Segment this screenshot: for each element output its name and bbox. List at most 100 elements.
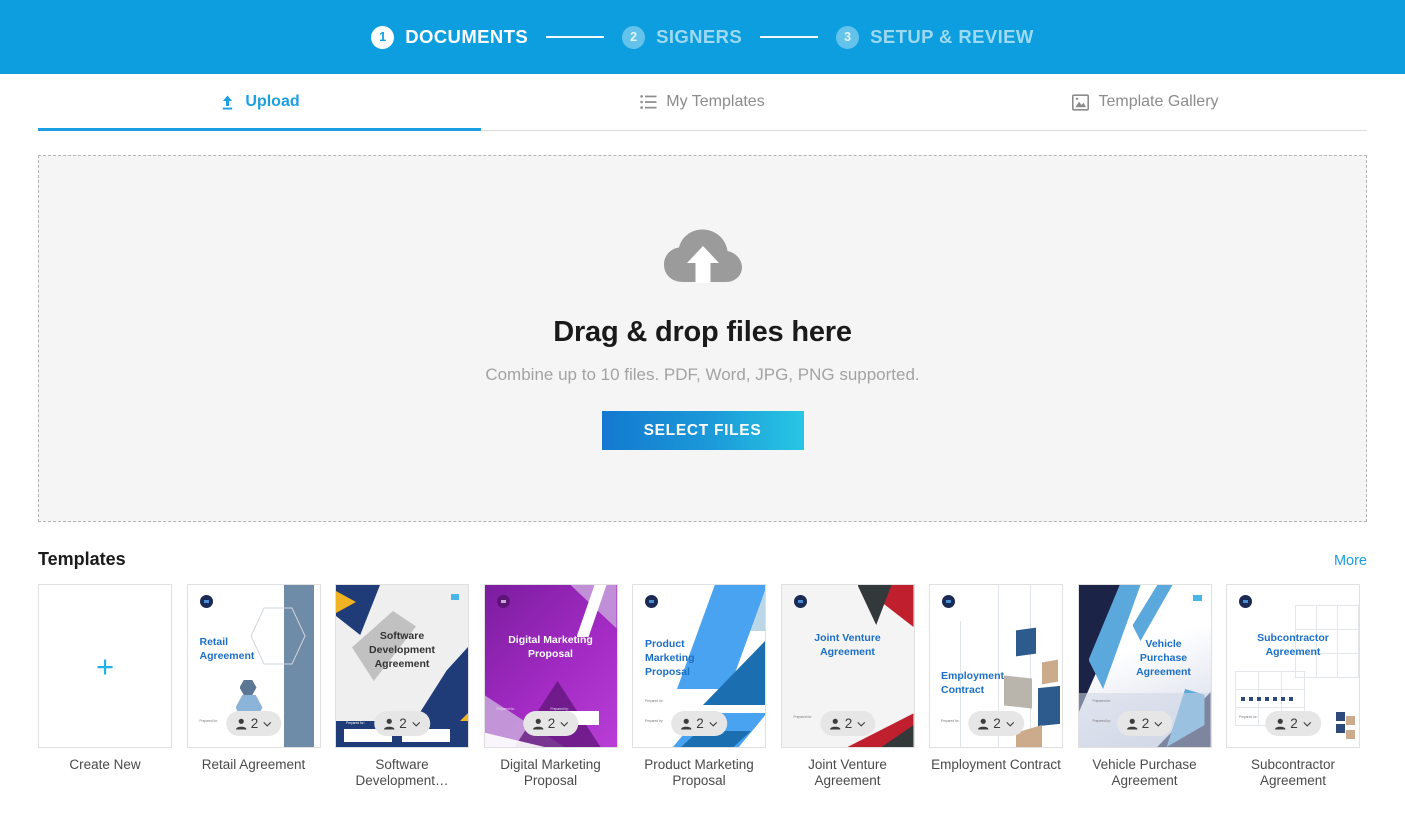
prepared-for-label: Prepared for: [1092, 699, 1112, 703]
person-icon [384, 718, 395, 729]
chevron-down-icon [1302, 721, 1311, 727]
step-signers[interactable]: 2 SIGNERS [622, 25, 743, 49]
chevron-down-icon [1154, 721, 1163, 727]
step-number-badge: 2 [622, 25, 646, 49]
dots-art [1241, 697, 1293, 701]
prepared-for-label: Prepared for: [1239, 715, 1258, 719]
template-thumbnail[interactable]: Digital Marketing Proposal Prepared for: … [483, 584, 618, 748]
template-label: Subcontractor Agreement [1250, 757, 1336, 789]
template-thumbnail[interactable]: Product Marketing Proposal Prepared for: P… [632, 584, 766, 748]
prepared-for-label: Prepared for: [199, 719, 219, 723]
template-label: Joint Venture Agreement [808, 757, 887, 789]
tab-upload[interactable]: Upload [38, 74, 481, 131]
chevron-down-icon [708, 721, 717, 727]
prepared-for-label: Prepared for: [496, 707, 516, 711]
template-thumb-title: Employment Contract [941, 670, 1005, 697]
template-thumb-title: Software Development Agreement [369, 630, 435, 671]
template-card-digital-marketing[interactable]: Digital Marketing Proposal Prepared for: … [483, 584, 618, 789]
templates-list: + Create New Retail Agreement Prepared fo… [38, 584, 1367, 789]
person-icon [829, 718, 840, 729]
template-thumb-title: Digital Marketing Proposal [508, 634, 593, 661]
signer-count-badge[interactable]: 2 [819, 711, 876, 736]
templates-title: Templates [38, 549, 126, 569]
template-thumbnail[interactable]: RetailAgreement Prepared for: Prepared b… [186, 584, 321, 748]
tab-label: Upload [245, 93, 300, 110]
template-label: Retail Agreement [201, 757, 306, 772]
person-icon [1275, 718, 1286, 729]
signer-count-badge[interactable]: 2 [522, 711, 579, 736]
step-label: SETUP & REVIEW [870, 26, 1034, 47]
template-card-product-marketing[interactable]: Product Marketing Proposal Prepared for: P… [632, 584, 766, 789]
prepared-for-label: Prepared for: [941, 719, 960, 723]
template-label: Employment Contract [931, 757, 1061, 772]
template-thumb-title: Product Marketing Proposal [645, 638, 695, 679]
plus-icon: + [95, 648, 115, 684]
signer-count: 2 [696, 716, 704, 731]
prepared-for-label: Prepared for: [346, 721, 365, 725]
tab-bar: Upload My Templates Template Gallery [38, 74, 1367, 131]
template-card-software-development[interactable]: Software Development Agreement Prepared fo… [335, 584, 469, 789]
template-thumbnail[interactable]: SubcontractorAgreement Prepared for: Pre… [1226, 584, 1360, 748]
template-label: Software Development… [355, 757, 449, 789]
list-icon [640, 94, 657, 110]
step-label: SIGNERS [656, 26, 743, 47]
template-thumbnail[interactable]: Joint VentureAgreement Prepared for: Pre… [780, 584, 915, 748]
template-thumb-title: Subcontractor Agreement [1257, 632, 1329, 659]
template-card-retail-agreement[interactable]: RetailAgreement Prepared for: Prepared b… [186, 584, 321, 789]
template-thumb-title: Joint Venture Agreement [814, 632, 881, 659]
template-card-employment-contract[interactable]: Employment Contract Prepared for: 2 Emplo… [929, 584, 1063, 789]
signer-count-badge[interactable]: 2 [374, 711, 430, 736]
document-logo-icon [496, 595, 510, 608]
tab-template-gallery[interactable]: Template Gallery [924, 74, 1367, 130]
template-thumbnail[interactable]: Vehicle Purchase Agreement Prepared for: P… [1077, 584, 1212, 748]
cloud-upload-icon [663, 227, 743, 294]
template-label: Digital Marketing Proposal [500, 757, 601, 789]
signer-count: 2 [993, 716, 1001, 731]
progress-stepper: 1 DOCUMENTS 2 SIGNERS 3 SETUP & REVIEW [0, 0, 1405, 74]
signer-count: 2 [844, 716, 853, 731]
document-logo-icon [942, 595, 955, 608]
chevron-down-icon [1005, 721, 1014, 727]
signer-count: 2 [1290, 716, 1298, 731]
template-thumbnail[interactable]: Software Development Agreement Prepared fo… [335, 584, 469, 748]
signer-count-badge[interactable]: 2 [671, 711, 727, 736]
template-label: Vehicle Purchase Agreement [1092, 757, 1197, 789]
upload-icon [219, 94, 236, 111]
template-label: Product Marketing Proposal [644, 757, 754, 789]
signer-count: 2 [399, 716, 407, 731]
image-icon [1072, 93, 1090, 111]
step-connector [546, 36, 605, 38]
more-link[interactable]: More [1334, 553, 1367, 569]
template-thumb-title: Vehicle Purchase Agreement [1136, 638, 1191, 679]
tab-my-templates[interactable]: My Templates [481, 74, 924, 130]
dropzone-subtitle: Combine up to 10 files. PDF, Word, JPG, … [485, 365, 920, 384]
step-documents[interactable]: 1 DOCUMENTS [371, 25, 529, 49]
file-dropzone[interactable]: Drag & drop files here Combine up to 10 … [38, 155, 1367, 522]
step-setup-review[interactable]: 3 SETUP & REVIEW [836, 25, 1034, 49]
person-icon [978, 718, 989, 729]
template-card-vehicle-purchase[interactable]: Vehicle Purchase Agreement Prepared for: P… [1077, 584, 1212, 789]
prepared-for-label: Prepared for: [793, 715, 813, 719]
chevron-down-icon [560, 721, 569, 727]
document-logo-icon [1239, 595, 1252, 608]
template-card-create-new[interactable]: + Create New [38, 584, 172, 789]
signer-count-badge[interactable]: 2 [968, 711, 1024, 736]
prepared-for-label: Prepared for: [645, 699, 664, 703]
chevron-down-icon [411, 721, 420, 727]
tab-label: Template Gallery [1098, 93, 1219, 110]
signer-count-badge[interactable]: 2 [1265, 711, 1321, 736]
signer-count-badge[interactable]: 2 [1116, 711, 1173, 736]
person-icon [235, 718, 246, 729]
person-icon [681, 718, 692, 729]
step-connector [760, 36, 819, 38]
signer-count-badge[interactable]: 2 [225, 711, 282, 736]
step-label: DOCUMENTS [405, 26, 529, 47]
template-thumbnail[interactable]: Employment Contract Prepared for: 2 [929, 584, 1063, 748]
template-card-joint-venture[interactable]: Joint VentureAgreement Prepared for: Pre… [780, 584, 915, 789]
template-card-subcontractor[interactable]: SubcontractorAgreement Prepared for: Pre… [1226, 584, 1360, 789]
document-logo-icon [199, 595, 213, 608]
templates-section-header: Templates More [38, 549, 1367, 570]
tab-label: My Templates [666, 93, 765, 110]
template-thumbnail[interactable]: + [38, 584, 172, 748]
select-files-button[interactable]: SELECT FILES [601, 411, 804, 450]
